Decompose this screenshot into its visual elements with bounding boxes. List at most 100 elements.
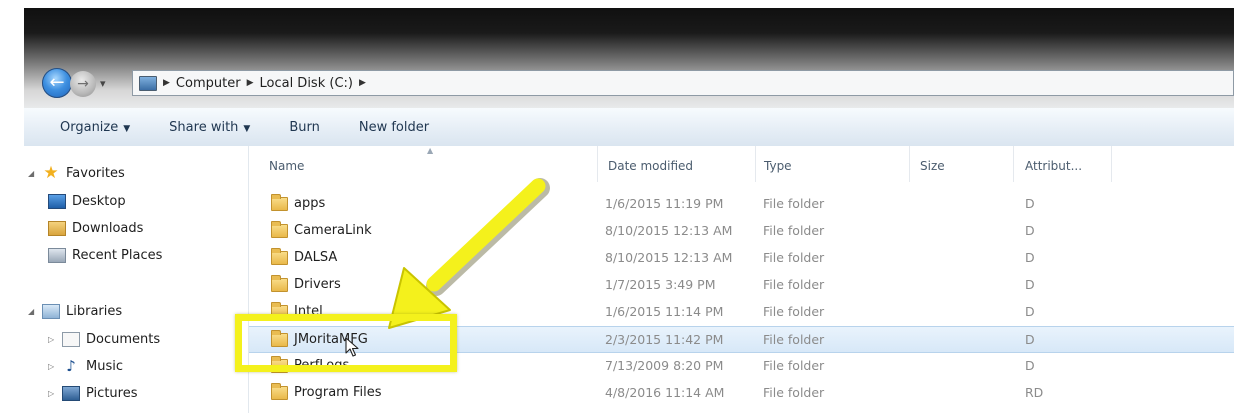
computer-icon [139,75,157,91]
folder-icon [271,194,288,211]
column-divider[interactable] [1013,146,1014,182]
star-icon: ★ [43,163,59,183]
mouse-cursor-icon [345,337,359,357]
file-attributes: D [1025,250,1035,265]
music-note-icon: ♪ [66,357,76,375]
file-date: 1/6/2015 11:14 PM [605,304,724,319]
folder-icon [271,275,288,292]
file-type: File folder [763,304,825,319]
back-arrow-icon: ← [49,72,65,93]
forward-arrow-icon: → [77,76,89,92]
nav-item-documents[interactable]: ▷ Documents [48,332,160,347]
folder-icon [271,383,288,400]
breadcrumb-local-disk[interactable]: Local Disk (C:) [259,76,352,91]
file-type: File folder [763,250,825,265]
sort-ascending-icon: ▲ [427,146,434,155]
expand-triangle-icon[interactable]: ▷ [48,362,62,371]
column-header-name[interactable]: Name [269,159,304,173]
folder-icon [271,221,288,238]
nav-item-label: Music [86,359,123,374]
breadcrumb-computer[interactable]: Computer [176,76,241,91]
file-name: Drivers [294,277,341,292]
documents-icon [62,332,80,347]
new-folder-button[interactable]: New folder [359,120,429,135]
desktop-icon [48,194,66,209]
file-type: File folder [763,332,825,347]
nav-item-downloads[interactable]: Downloads [48,221,143,236]
column-divider[interactable] [1111,146,1112,182]
file-attributes: D [1025,332,1035,347]
column-divider[interactable] [597,146,598,182]
file-attributes: D [1025,196,1035,211]
file-row-program-files[interactable]: Program Files 4/8/2016 11:14 AM File fol… [249,380,1234,407]
chevron-down-icon: ▼ [123,123,131,134]
file-date: 7/13/2009 8:20 PM [605,358,724,373]
nav-item-recent-places[interactable]: Recent Places [48,248,162,263]
column-header-size[interactable]: Size [920,159,945,173]
recent-pages-button[interactable]: ▾ [100,77,106,90]
title-bar: ← → ▾ ▶ Computer ▶ Local Disk (C:) ▶ [24,8,1234,108]
file-date: 1/7/2015 3:49 PM [605,277,716,292]
expand-triangle-icon[interactable]: ◢ [28,169,42,178]
file-attributes: D [1025,304,1035,319]
address-bar[interactable]: ▶ Computer ▶ Local Disk (C:) ▶ [132,70,1234,96]
column-header-type[interactable]: Type [764,159,792,173]
burn-button[interactable]: Burn [289,120,320,135]
file-name: Program Files [294,385,382,400]
back-button[interactable]: ← [42,68,72,98]
file-attributes: RD [1025,385,1044,400]
expand-triangle-icon[interactable]: ◢ [28,307,42,316]
file-attributes: D [1025,223,1035,238]
command-bar: Organize ▼ Share with ▼ Burn New folder [24,108,1234,147]
folder-icon [271,248,288,265]
nav-buttons: ← → ▾ [42,68,138,100]
nav-item-pictures[interactable]: ▷ Pictures [48,386,137,401]
nav-item-music[interactable]: ▷ ♪ Music [48,357,123,375]
downloads-icon [48,221,66,236]
file-name: DALSA [294,250,338,265]
nav-item-label: Recent Places [72,248,163,263]
file-type: File folder [763,196,825,211]
file-row-cameralink[interactable]: CameraLink 8/10/2015 12:13 AM File folde… [249,218,1234,245]
organize-label: Organize [60,119,119,135]
column-divider[interactable] [755,146,756,182]
share-with-label: Share with [169,119,239,135]
nav-item-label: Documents [86,332,161,347]
file-date: 1/6/2015 11:19 PM [605,196,724,211]
organize-button[interactable]: Organize ▼ [60,120,130,135]
column-header-date-modified[interactable]: Date modified [608,159,693,173]
file-row-apps[interactable]: apps 1/6/2015 11:19 PM File folder D [249,191,1234,218]
screen: ← → ▾ ▶ Computer ▶ Local Disk (C:) ▶ Org… [0,0,1234,413]
file-date: 4/8/2016 11:14 AM [605,385,725,400]
pictures-icon [62,386,80,401]
expand-triangle-icon[interactable]: ▷ [48,335,62,344]
column-divider[interactable] [909,146,910,182]
chevron-right-icon[interactable]: ▶ [359,78,366,88]
file-date: 2/3/2015 11:42 PM [605,332,724,347]
file-date: 8/10/2015 12:13 AM [605,223,733,238]
column-header-attributes[interactable]: Attribut... [1025,159,1082,173]
file-attributes: D [1025,358,1035,373]
nav-item-desktop[interactable]: Desktop [48,194,126,209]
share-with-button[interactable]: Share with ▼ [169,120,250,135]
file-type: File folder [763,223,825,238]
forward-button[interactable]: → [70,71,96,97]
nav-item-label: Downloads [72,221,144,236]
expand-triangle-icon[interactable]: ▷ [48,389,62,398]
file-type: File folder [763,358,825,373]
libraries-icon [42,304,60,319]
file-attributes: D [1025,277,1035,292]
file-name: CameraLink [294,223,372,238]
chevron-right-icon[interactable]: ▶ [247,78,254,88]
nav-item-label: Desktop [72,194,126,209]
nav-libraries[interactable]: ◢ Libraries [28,304,122,319]
file-row-dalsa[interactable]: DALSA 8/10/2015 12:13 AM File folder D [249,245,1234,272]
nav-favorites-label: Favorites [66,166,125,181]
chevron-down-icon: ▼ [243,123,251,134]
file-list: ▲ Name Date modified Type Size Attribut.… [249,146,1234,413]
nav-favorites[interactable]: ◢ ★ Favorites [28,163,125,183]
file-name: apps [294,196,326,211]
file-row-drivers[interactable]: Drivers 1/7/2015 3:49 PM File folder D [249,272,1234,299]
chevron-right-icon[interactable]: ▶ [163,78,170,88]
recent-places-icon [48,248,66,263]
